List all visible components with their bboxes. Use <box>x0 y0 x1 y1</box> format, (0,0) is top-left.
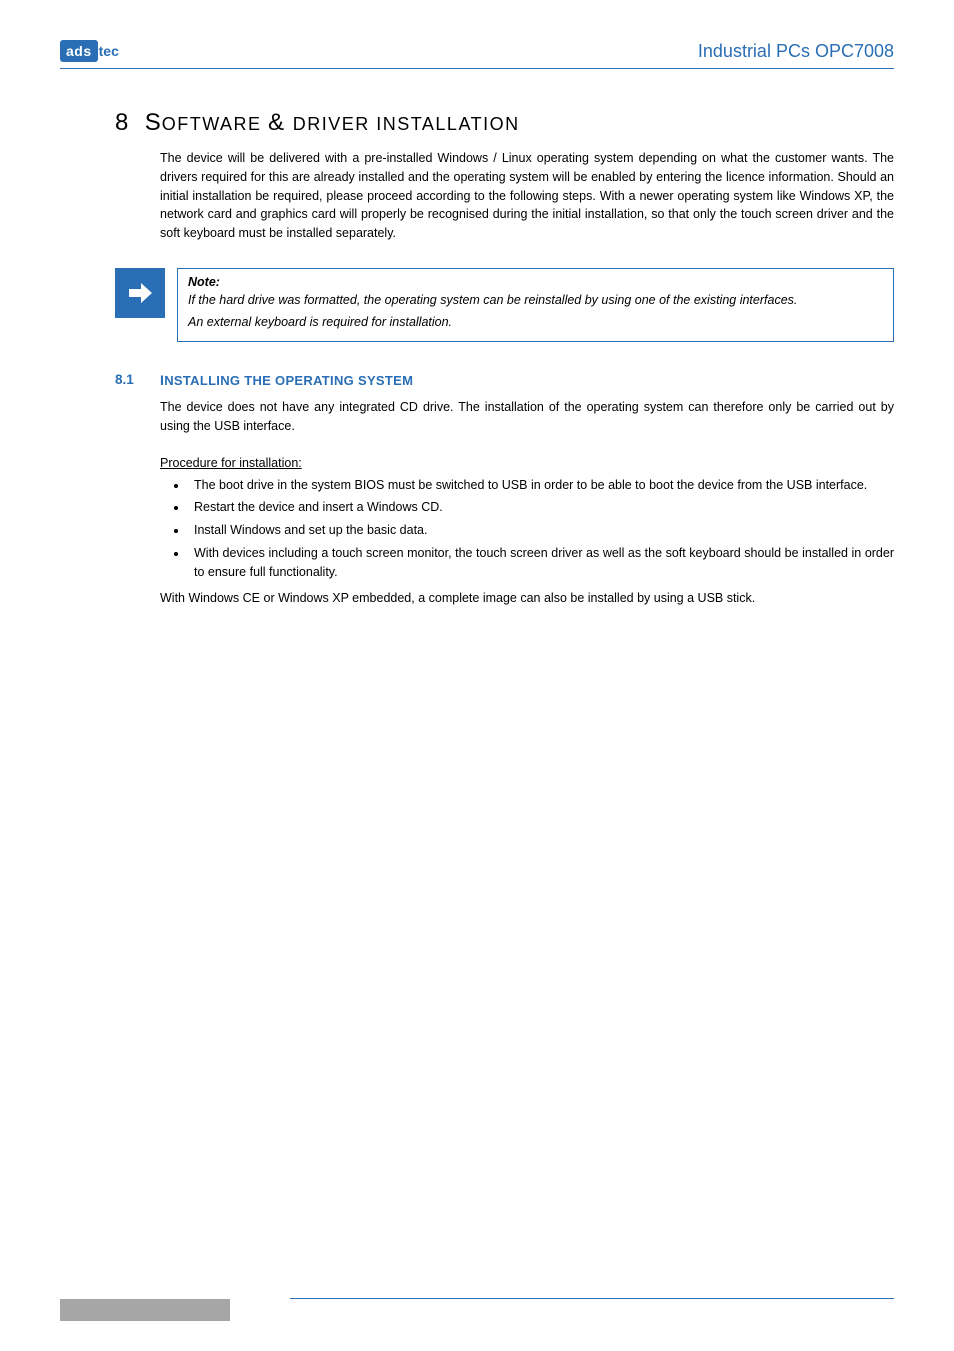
list-item: Install Windows and set up the basic dat… <box>188 521 894 540</box>
brand-logo: adstec <box>60 40 119 62</box>
arrow-right-icon <box>115 268 165 318</box>
footer-divider <box>290 1298 894 1299</box>
note-line-2: An external keyboard is required for ins… <box>188 313 883 331</box>
product-title: Industrial PCs OPC7008 <box>698 41 894 62</box>
section-title-part4: DRIVER INSTALLATION <box>293 114 520 134</box>
section-title-part2: OFTWARE <box>162 114 268 134</box>
procedure-list: The boot drive in the system BIOS must b… <box>188 476 894 582</box>
footer-bar <box>60 1299 230 1321</box>
page-header: adstec Industrial PCs OPC7008 <box>60 40 894 62</box>
section-title-part3: & <box>268 109 293 136</box>
section-title-part1: S <box>145 109 162 136</box>
note-container: Note: If the hard drive was formatted, t… <box>115 268 894 342</box>
logo-right: tec <box>99 43 119 59</box>
list-item: With devices including a touch screen mo… <box>188 544 894 582</box>
subsection-number: 8.1 <box>115 372 160 388</box>
subsection-title: INSTALLING THE OPERATING SYSTEM <box>160 372 413 388</box>
subsection-outro: With Windows CE or Windows XP embedded, … <box>160 589 894 608</box>
section-intro: The device will be delivered with a pre-… <box>160 149 894 243</box>
header-divider <box>60 68 894 69</box>
list-item: The boot drive in the system BIOS must b… <box>188 476 894 495</box>
section-heading: 8 SOFTWARE & DRIVER INSTALLATION <box>115 109 894 137</box>
subsection-heading: 8.1 INSTALLING THE OPERATING SYSTEM <box>60 372 894 388</box>
note-line-1: If the hard drive was formatted, the ope… <box>188 291 883 309</box>
logo-left: ads <box>60 40 98 62</box>
list-item: Restart the device and insert a Windows … <box>188 498 894 517</box>
section-number: 8 <box>115 109 129 136</box>
note-box: Note: If the hard drive was formatted, t… <box>177 268 894 342</box>
subsection-title-rest: NSTALLING THE OPERATING SYSTEM <box>164 373 413 388</box>
note-label: Note: <box>188 275 883 289</box>
subsection-intro: The device does not have any integrated … <box>160 398 894 436</box>
procedure-title: Procedure for installation: <box>160 456 894 470</box>
